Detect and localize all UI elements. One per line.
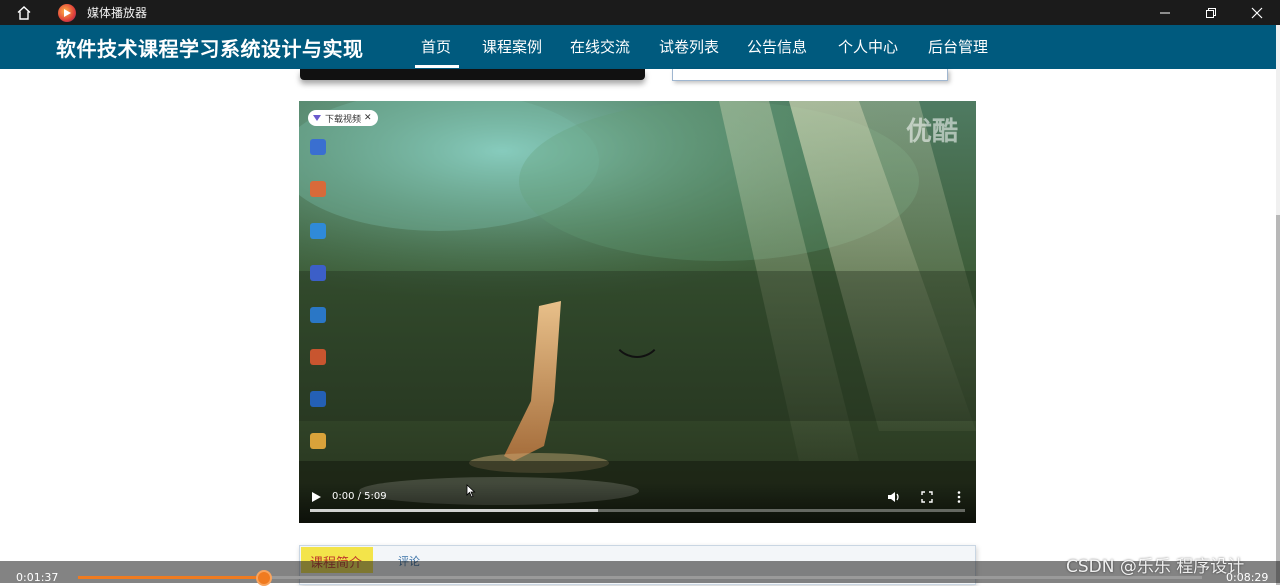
desktop-app-icon [310,349,326,365]
window-title: 媒体播放器 [87,6,148,20]
desktop-app-icon [310,265,326,281]
content-card-dark [300,69,645,80]
current-time: 0:01:37 [16,571,59,584]
media-player-icon [58,3,76,22]
site-navbar: 软件技术课程学习系统设计与实现 首页 课程案例 在线交流 试卷列表 公告信息 个… [0,25,1276,69]
minimize-icon [1160,12,1170,13]
page-scrollbar[interactable] [1276,25,1280,585]
nav-personal-center[interactable]: 个人中心 [838,36,898,57]
volume-icon[interactable] [886,489,902,505]
video-time: 0:00 / 5:09 [332,491,387,502]
active-nav-indicator [415,65,459,68]
close-button[interactable] [1234,0,1280,25]
play-icon[interactable] [309,490,323,504]
video-controls: 0:00 / 5:09 [299,483,976,523]
window-titlebar: 媒体播放器 [0,0,1280,25]
embedded-video[interactable]: 下载视频 ✕ 优酷 0:00 / 5:09 [299,101,976,523]
fullscreen-icon[interactable] [919,489,935,505]
restore-button[interactable] [1188,0,1234,25]
desktop-app-icon [310,433,326,449]
youku-watermark: 优酷 [905,117,958,147]
download-icon [313,115,321,121]
video-buffer-bar [310,509,599,512]
nav-admin[interactable]: 后台管理 [928,36,988,57]
nav-announcements[interactable]: 公告信息 [747,36,807,57]
desktop-app-icon [310,139,326,155]
home-icon [17,5,31,20]
home-button[interactable] [0,0,48,25]
video-progress-track[interactable] [310,509,965,512]
seek-fill [78,576,265,579]
content-card-light [672,69,948,81]
download-video-chip[interactable]: 下载视频 ✕ [308,110,378,126]
seek-thumb[interactable] [256,570,273,586]
seek-track[interactable] [78,570,1202,586]
desktop-app-icon [310,223,326,239]
desktop-app-icon [310,181,326,197]
download-chip-label: 下载视频 [325,114,362,125]
site-title: 软件技术课程学习系统设计与实现 [56,37,364,61]
desktop-app-icon [310,307,326,323]
loading-spinner-icon [611,306,663,358]
restore-icon [1206,7,1216,18]
nav-home[interactable]: 首页 [421,36,451,57]
csdn-watermark: CSDN @乐乐 程序设计 [1066,557,1245,577]
nav-course-cases[interactable]: 课程案例 [482,36,542,57]
minimize-button[interactable] [1142,0,1188,25]
close-icon[interactable]: ✕ [364,113,372,123]
more-options-icon[interactable] [951,489,967,505]
close-icon [1251,7,1263,18]
nav-online-chat[interactable]: 在线交流 [570,36,630,57]
desktop-app-icon [310,391,326,407]
scrollbar-thumb[interactable] [1276,215,1280,585]
nav-exam-list[interactable]: 试卷列表 [659,36,719,57]
desktop-icons [303,139,333,475]
mouse-cursor-icon [466,484,476,498]
